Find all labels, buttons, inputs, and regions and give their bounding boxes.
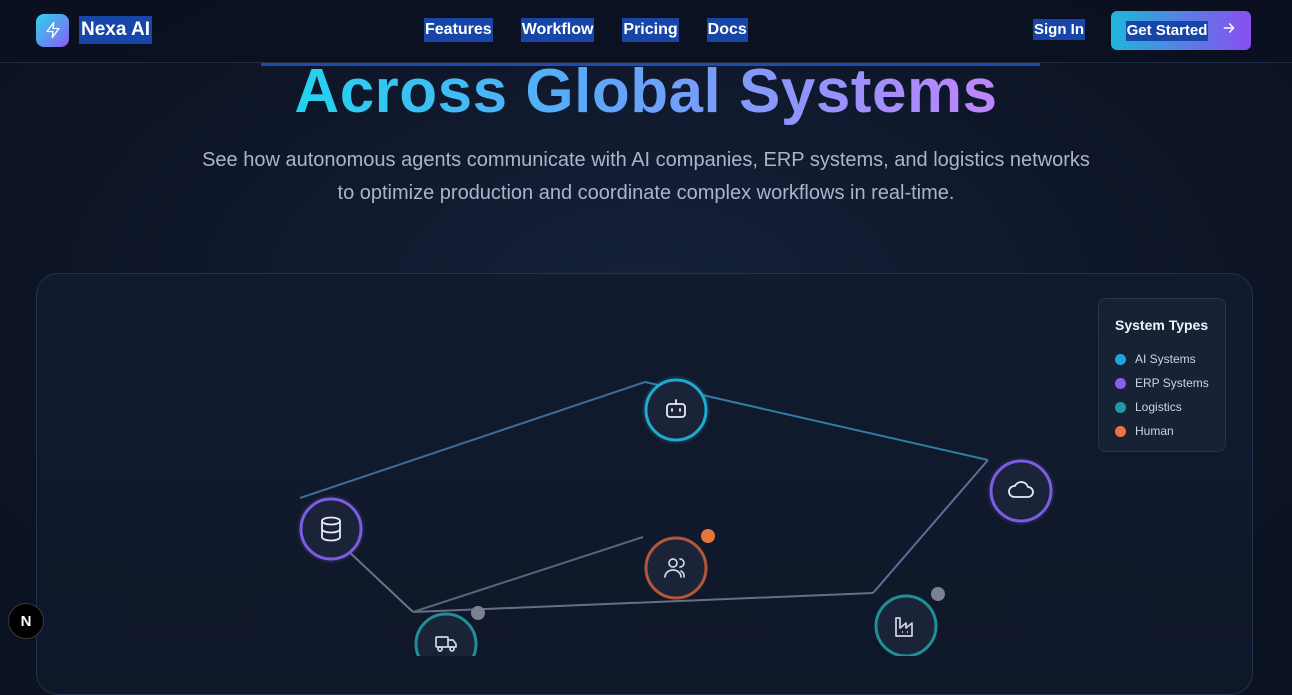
ai-bot-node[interactable] xyxy=(642,376,710,444)
link-cloud-factory xyxy=(872,459,989,594)
link-db-ai xyxy=(299,381,646,499)
link-truck-human xyxy=(412,536,644,613)
legend-label: ERP Systems xyxy=(1135,376,1209,390)
legend-dot xyxy=(1115,401,1126,413)
legend-item-logistics: Logistics xyxy=(1115,395,1209,419)
truck-node[interactable] xyxy=(414,606,485,656)
human-node[interactable] xyxy=(644,529,715,600)
human-status-dot xyxy=(701,529,715,543)
dev-tools-badge[interactable]: N xyxy=(8,603,44,639)
link-db-truck xyxy=(344,547,414,613)
database-node[interactable] xyxy=(297,495,365,563)
legend-label: Human xyxy=(1135,424,1174,438)
legend-item-human: Human xyxy=(1115,419,1209,443)
legend-dot xyxy=(1115,353,1126,365)
legend-item-erp: ERP Systems xyxy=(1115,371,1209,395)
system-types-legend: System Types AI Systems ERP Systems Logi… xyxy=(1098,298,1226,452)
legend-list: AI Systems ERP Systems Logistics Human xyxy=(1115,347,1209,443)
legend-item-ai: AI Systems xyxy=(1115,347,1209,371)
factory-node[interactable] xyxy=(874,587,945,656)
legend-dot xyxy=(1115,425,1126,437)
factory-status-dot xyxy=(931,587,945,601)
legend-label: AI Systems xyxy=(1135,352,1196,366)
legend-label: Logistics xyxy=(1135,400,1182,414)
legend-title: System Types xyxy=(1115,317,1209,333)
cloud-node[interactable] xyxy=(987,457,1055,525)
legend-dot xyxy=(1115,377,1126,389)
truck-status-dot xyxy=(471,606,485,620)
